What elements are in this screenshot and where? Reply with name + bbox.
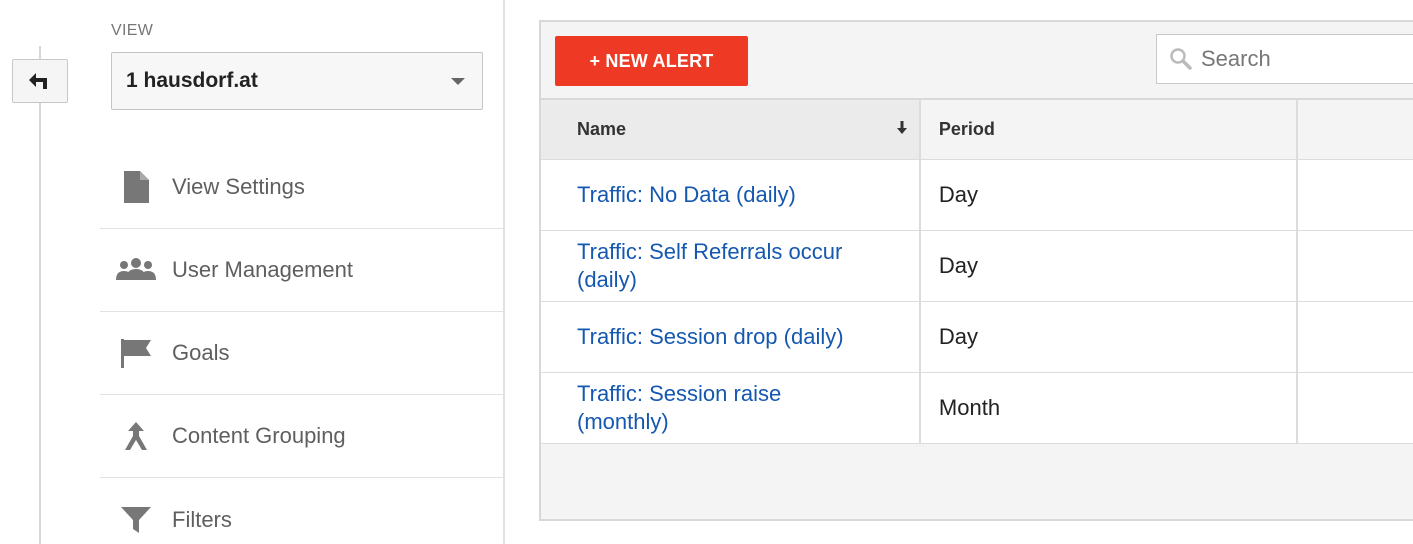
column-header-extra bbox=[1296, 100, 1413, 160]
alert-name-link[interactable]: Traffic: Session raise (monthly) bbox=[577, 381, 781, 434]
column-header-label: Name bbox=[577, 118, 627, 139]
table-row: Traffic: Self Referrals occur (daily) Da… bbox=[541, 230, 1413, 302]
alert-extra-cell bbox=[1296, 372, 1413, 444]
sort-descending-icon bbox=[896, 121, 907, 134]
table-header-row: Name Period bbox=[541, 100, 1413, 160]
menu-item-user-management[interactable]: User Management bbox=[100, 229, 504, 312]
alerts-panel: + NEW ALERT Name Period bbox=[539, 20, 1413, 521]
search-input[interactable] bbox=[1201, 46, 1413, 72]
alerts-toolbar: + NEW ALERT bbox=[541, 22, 1413, 100]
table-row: Traffic: Session drop (daily) Day bbox=[541, 301, 1413, 373]
view-label: VIEW bbox=[111, 22, 154, 39]
column-header-name[interactable]: Name bbox=[541, 100, 921, 160]
view-admin-column: VIEW 1 hausdorf.at View Settings User Ma… bbox=[100, 0, 504, 544]
alert-period-cell: Day bbox=[919, 159, 1298, 231]
search-box bbox=[1156, 34, 1413, 84]
menu-item-view-settings[interactable]: View Settings bbox=[100, 146, 504, 229]
alert-name-cell: Traffic: Session drop (daily) bbox=[541, 301, 921, 373]
filter-icon bbox=[100, 500, 172, 540]
menu-item-label: Goals bbox=[172, 340, 230, 365]
alert-extra-cell bbox=[1296, 159, 1413, 231]
menu-item-content-grouping[interactable]: Content Grouping bbox=[100, 395, 504, 478]
view-menu: View Settings User Management Goals Cont… bbox=[100, 146, 504, 544]
menu-item-label: Content Grouping bbox=[172, 423, 346, 448]
users-icon bbox=[100, 250, 172, 290]
menu-item-goals[interactable]: Goals bbox=[100, 312, 504, 395]
alert-name-link[interactable]: Traffic: Session drop (daily) bbox=[577, 324, 844, 349]
alert-period-cell: Day bbox=[919, 301, 1298, 373]
content-grouping-icon bbox=[100, 416, 172, 456]
new-alert-button[interactable]: + NEW ALERT bbox=[555, 36, 748, 86]
view-selector-dropdown[interactable]: 1 hausdorf.at bbox=[111, 52, 483, 110]
back-button[interactable] bbox=[12, 59, 68, 103]
chevron-down-icon bbox=[451, 78, 465, 85]
nav-rail-line bbox=[39, 46, 41, 544]
document-icon bbox=[100, 167, 172, 207]
alert-name-link[interactable]: Traffic: No Data (daily) bbox=[577, 182, 796, 207]
alert-period-cell: Day bbox=[919, 230, 1298, 302]
column-header-period[interactable]: Period bbox=[919, 100, 1298, 160]
table-row: Traffic: No Data (daily) Day bbox=[541, 159, 1413, 231]
alert-period-cell: Month bbox=[919, 372, 1298, 444]
search-icon bbox=[1170, 48, 1192, 70]
menu-item-label: User Management bbox=[172, 257, 353, 282]
column-divider bbox=[503, 0, 505, 544]
alerts-table: Name Period Traffic: No Data (daily) Day… bbox=[541, 100, 1413, 444]
menu-item-filters[interactable]: Filters bbox=[100, 478, 504, 544]
flag-icon bbox=[100, 333, 172, 373]
alert-extra-cell bbox=[1296, 230, 1413, 302]
alert-name-cell: Traffic: Self Referrals occur (daily) bbox=[541, 230, 921, 302]
view-selected-value: 1 hausdorf.at bbox=[126, 69, 258, 92]
alert-name-link[interactable]: Traffic: Self Referrals occur (daily) bbox=[577, 239, 842, 292]
back-arrow-icon bbox=[29, 73, 47, 89]
alert-name-cell: Traffic: Session raise (monthly) bbox=[541, 372, 921, 444]
menu-item-label: Filters bbox=[172, 506, 232, 532]
table-row: Traffic: Session raise (monthly) Month bbox=[541, 372, 1413, 444]
alert-name-cell: Traffic: No Data (daily) bbox=[541, 159, 921, 231]
menu-item-label: View Settings bbox=[172, 174, 305, 199]
alert-extra-cell bbox=[1296, 301, 1413, 373]
